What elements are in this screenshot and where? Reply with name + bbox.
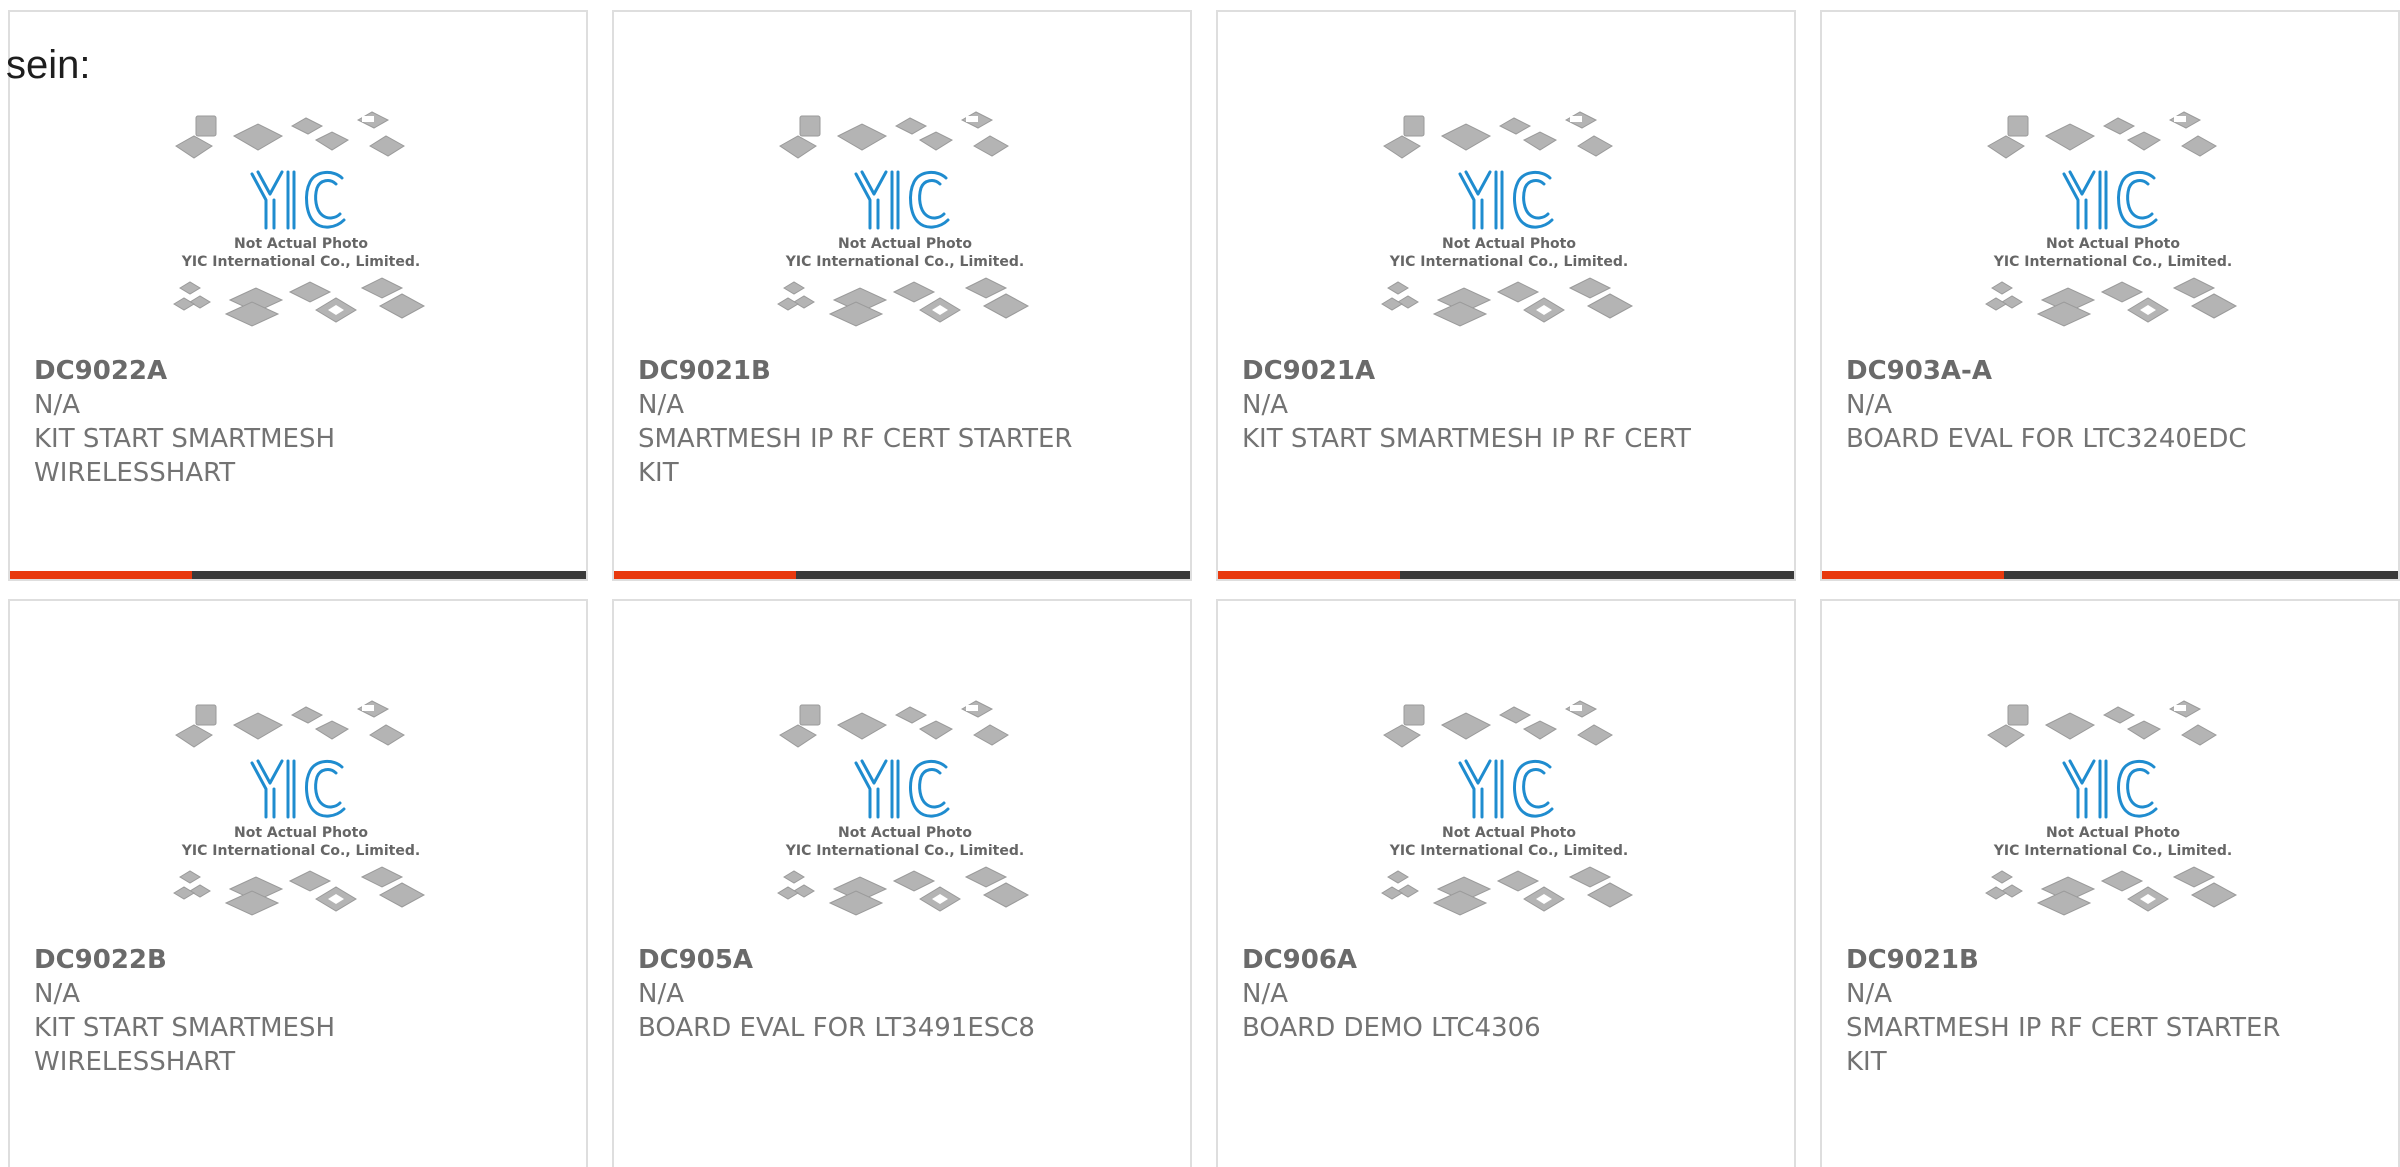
product-image-placeholder[interactable]: Not Actual Photo YIC International Co., … xyxy=(770,685,1040,955)
product-info: DC906A N/A BOARD DEMO LTC4306 xyxy=(1242,943,1782,1045)
product-image-placeholder[interactable]: Not Actual Photo YIC International Co., … xyxy=(1374,685,1644,955)
product-image-placeholder[interactable]: Not Actual Photo YIC International Co., … xyxy=(770,96,1040,366)
intro-text: sein: xyxy=(6,43,91,87)
part-number[interactable]: DC905A xyxy=(638,943,1178,977)
product-info: DC905A N/A BOARD EVAL FOR LT3491ESC8 xyxy=(638,943,1178,1045)
card-accent-bar xyxy=(614,571,1190,579)
product-card[interactable]: Not Actual Photo YIC International Co., … xyxy=(1820,599,2400,1167)
product-card[interactable]: Not Actual Photo YIC International Co., … xyxy=(8,599,588,1167)
placeholder-caption-line1: Not Actual Photo xyxy=(234,236,368,252)
product-info: DC9021B N/A SMARTMESH IP RF CERT STARTER… xyxy=(1846,943,2386,1079)
yic-logo xyxy=(250,170,346,230)
product-description: SMARTMESH IP RF CERT STARTER KIT xyxy=(638,424,1073,488)
card-accent-highlight xyxy=(10,571,192,579)
placeholder-chip-illustration: Not Actual Photo YIC International Co., … xyxy=(777,700,1030,916)
placeholder-caption-line2: YIC International Co., Limited. xyxy=(1993,843,2232,859)
yic-logo xyxy=(1458,759,1554,819)
product-description: KIT START SMARTMESH IP RF CERT xyxy=(1242,424,1691,454)
product-info: DC9022A N/A KIT START SMARTMESH WIRELESS… xyxy=(34,354,574,490)
placeholder-caption-line1: Not Actual Photo xyxy=(838,236,972,252)
product-description: BOARD EVAL FOR LT3491ESC8 xyxy=(638,1013,1035,1043)
placeholder-caption-line1: Not Actual Photo xyxy=(2046,236,2180,252)
part-number[interactable]: DC9021A xyxy=(1242,354,1782,388)
placeholder-chip-illustration: Not Actual Photo YIC International Co., … xyxy=(777,111,1030,327)
product-image-placeholder[interactable]: Not Actual Photo YIC International Co., … xyxy=(1978,685,2248,955)
product-image-placeholder[interactable]: Not Actual Photo YIC International Co., … xyxy=(1978,96,2248,366)
yic-logo xyxy=(854,759,950,819)
product-card[interactable]: Not Actual Photo YIC International Co., … xyxy=(1820,10,2400,581)
manufacturer: N/A xyxy=(1846,979,1892,1009)
placeholder-chip-illustration: Not Actual Photo YIC International Co., … xyxy=(1381,111,1634,327)
manufacturer: N/A xyxy=(638,390,684,420)
card-accent-highlight xyxy=(614,571,796,579)
placeholder-caption-line2: YIC International Co., Limited. xyxy=(1993,254,2232,270)
manufacturer: N/A xyxy=(1242,979,1288,1009)
product-card[interactable]: Not Actual Photo YIC International Co., … xyxy=(612,10,1192,581)
product-info: DC903A-A N/A BOARD EVAL FOR LTC3240EDC xyxy=(1846,354,2386,456)
placeholder-caption-line1: Not Actual Photo xyxy=(1442,825,1576,841)
yic-logo xyxy=(854,170,950,230)
manufacturer: N/A xyxy=(1242,390,1288,420)
part-number[interactable]: DC9021B xyxy=(1846,943,2386,977)
product-info: DC9021A N/A KIT START SMARTMESH IP RF CE… xyxy=(1242,354,1782,456)
placeholder-chip-illustration: Not Actual Photo YIC International Co., … xyxy=(173,111,426,327)
part-number[interactable]: DC906A xyxy=(1242,943,1782,977)
product-description: KIT START SMARTMESH WIRELESSHART xyxy=(34,424,336,488)
placeholder-caption-line1: Not Actual Photo xyxy=(838,825,972,841)
manufacturer: N/A xyxy=(34,390,80,420)
manufacturer: N/A xyxy=(1846,390,1892,420)
part-number[interactable]: DC9022B xyxy=(34,943,574,977)
part-number[interactable]: DC9021B xyxy=(638,354,1178,388)
placeholder-caption-line2: YIC International Co., Limited. xyxy=(181,254,420,270)
placeholder-caption-line1: Not Actual Photo xyxy=(234,825,368,841)
card-accent-bar xyxy=(1218,571,1794,579)
card-accent-highlight xyxy=(1218,571,1400,579)
product-description: BOARD EVAL FOR LTC3240EDC xyxy=(1846,424,2247,454)
card-accent-highlight xyxy=(1822,571,2004,579)
product-image-placeholder[interactable]: Not Actual Photo YIC International Co., … xyxy=(166,685,436,955)
product-description: BOARD DEMO LTC4306 xyxy=(1242,1013,1541,1043)
placeholder-caption-line2: YIC International Co., Limited. xyxy=(1389,843,1628,859)
product-card[interactable]: Not Actual Photo YIC International Co., … xyxy=(1216,599,1796,1167)
placeholder-caption-line1: Not Actual Photo xyxy=(2046,825,2180,841)
card-accent-bar xyxy=(1822,571,2398,579)
placeholder-caption-line2: YIC International Co., Limited. xyxy=(181,843,420,859)
product-card[interactable]: Not Actual Photo YIC International Co., … xyxy=(612,599,1192,1167)
placeholder-chip-illustration: Not Actual Photo YIC International Co., … xyxy=(1985,700,2238,916)
placeholder-caption-line2: YIC International Co., Limited. xyxy=(785,254,1024,270)
product-description: KIT START SMARTMESH WIRELESSHART xyxy=(34,1013,336,1077)
yic-logo xyxy=(2062,759,2158,819)
product-image-placeholder[interactable]: Not Actual Photo YIC International Co., … xyxy=(1374,96,1644,366)
product-card[interactable]: Not Actual Photo YIC International Co., … xyxy=(1216,10,1796,581)
product-description: SMARTMESH IP RF CERT STARTER KIT xyxy=(1846,1013,2281,1077)
placeholder-caption-line2: YIC International Co., Limited. xyxy=(1389,254,1628,270)
product-grid: Not Actual Photo YIC International Co., … xyxy=(8,10,2400,1167)
part-number[interactable]: DC903A-A xyxy=(1846,354,2386,388)
placeholder-chip-illustration: Not Actual Photo YIC International Co., … xyxy=(173,700,426,916)
card-accent-bar xyxy=(10,571,586,579)
yic-logo xyxy=(2062,170,2158,230)
product-info: DC9021B N/A SMARTMESH IP RF CERT STARTER… xyxy=(638,354,1178,490)
placeholder-chip-illustration: Not Actual Photo YIC International Co., … xyxy=(1985,111,2238,327)
product-info: DC9022B N/A KIT START SMARTMESH WIRELESS… xyxy=(34,943,574,1079)
manufacturer: N/A xyxy=(638,979,684,1009)
product-image-placeholder[interactable]: Not Actual Photo YIC International Co., … xyxy=(166,96,436,366)
yic-logo xyxy=(250,759,346,819)
placeholder-caption-line2: YIC International Co., Limited. xyxy=(785,843,1024,859)
placeholder-chip-illustration: Not Actual Photo YIC International Co., … xyxy=(1381,700,1634,916)
product-grid-page: Not Actual Photo YIC International Co., … xyxy=(0,0,2400,1167)
manufacturer: N/A xyxy=(34,979,80,1009)
product-card[interactable]: Not Actual Photo YIC International Co., … xyxy=(8,10,588,581)
part-number[interactable]: DC9022A xyxy=(34,354,574,388)
yic-logo xyxy=(1458,170,1554,230)
placeholder-caption-line1: Not Actual Photo xyxy=(1442,236,1576,252)
